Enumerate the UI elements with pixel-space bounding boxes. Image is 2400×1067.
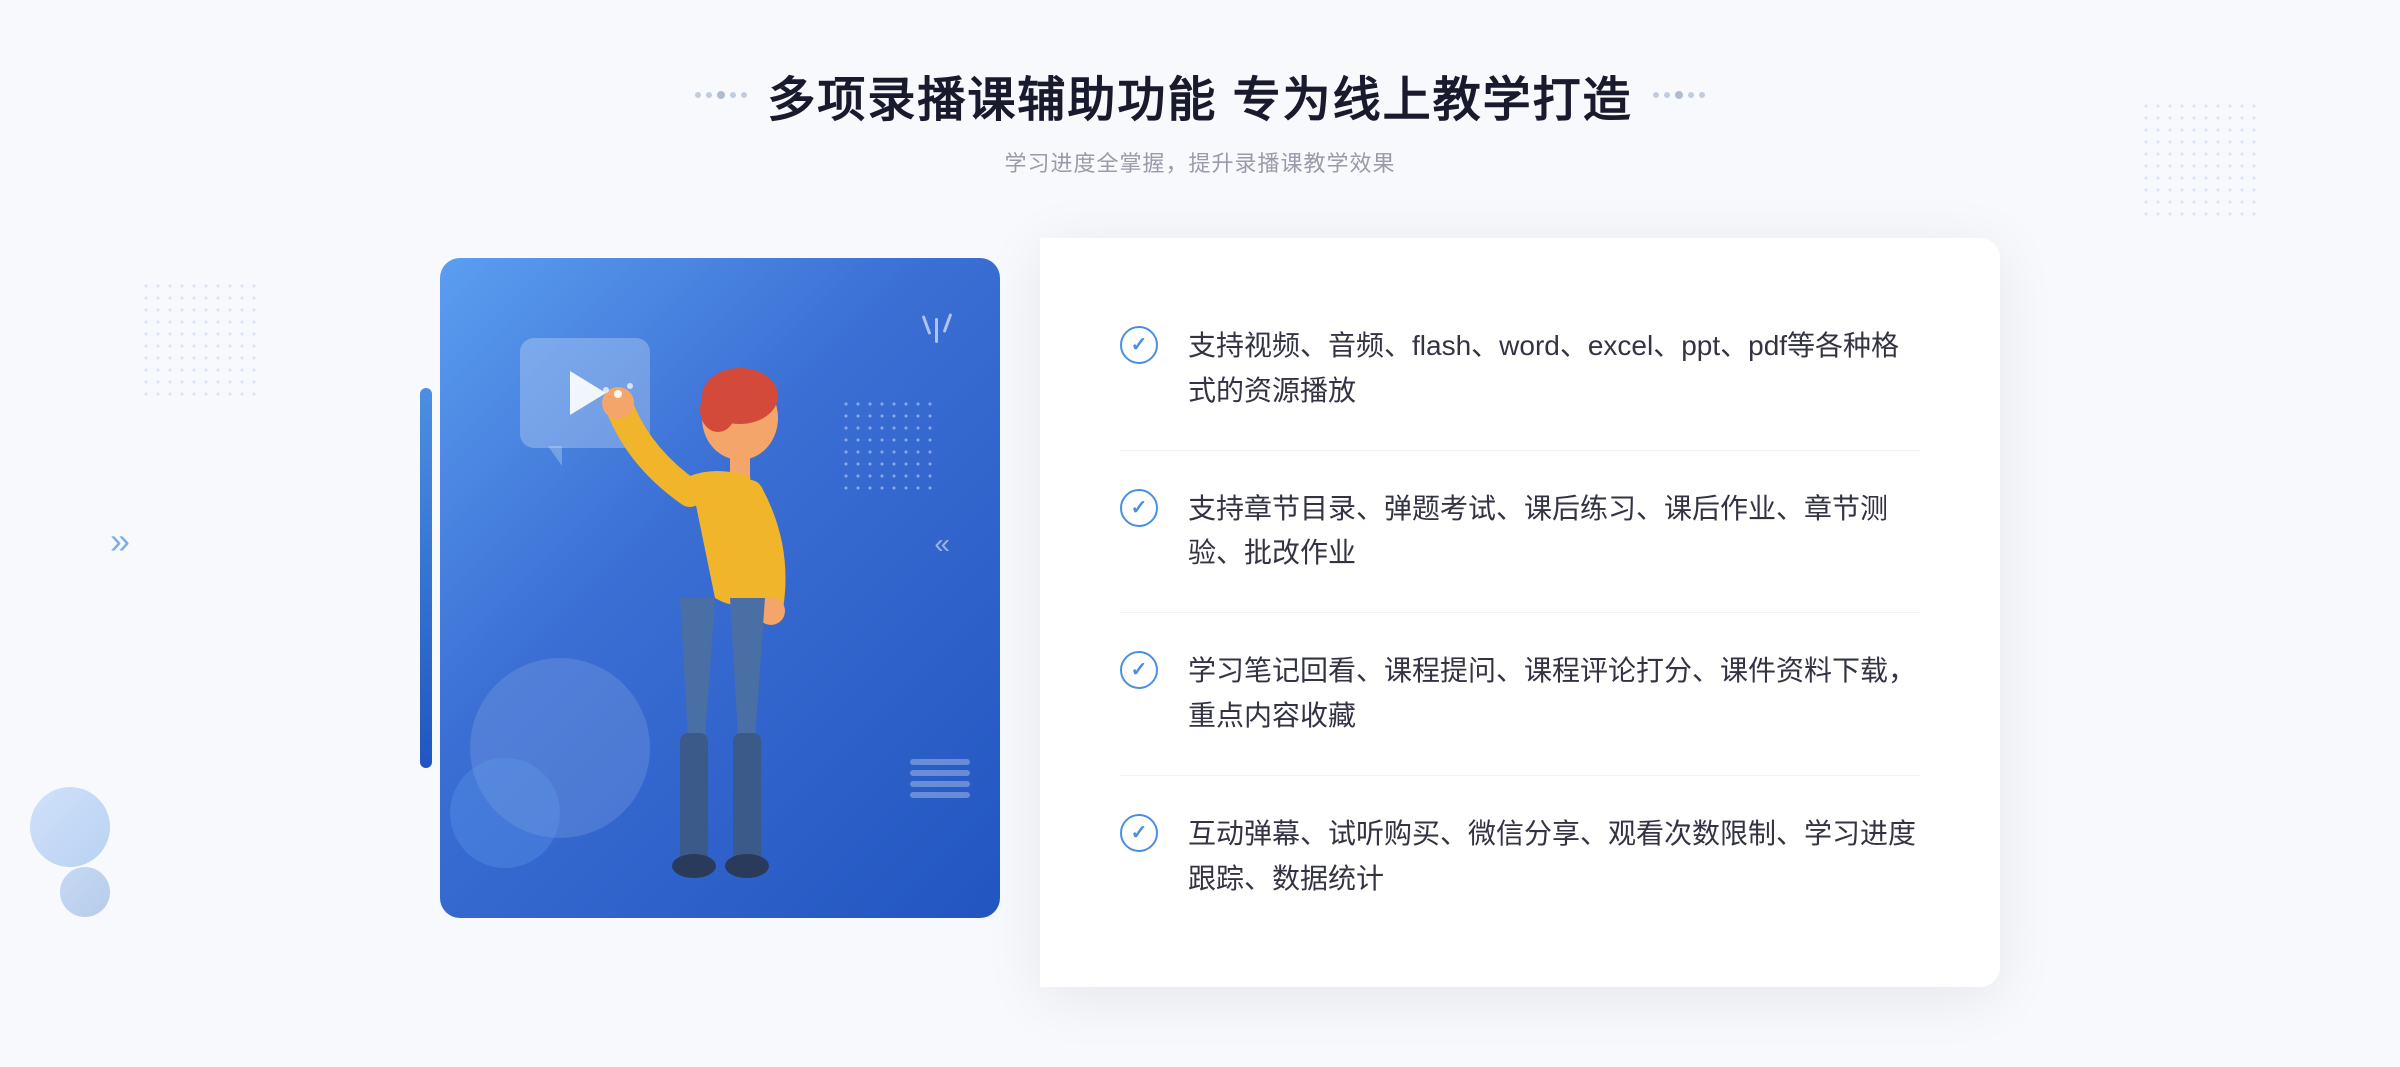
features-panel: ✓ 支持视频、音频、flash、word、excel、ppt、pdf等各种格式的… [1040,238,2000,987]
ray-2 [943,313,953,333]
dot9 [1688,92,1694,98]
header-section: 多项录播课辅助功能 专为线上教学打造 学习进度全掌握，提升录播课教学效果 [695,60,1704,178]
illustration-background: « [440,258,1000,918]
person-illustration [540,338,860,918]
dot8 [1675,91,1683,99]
line-1 [910,759,970,765]
page-circle-1 [30,787,110,867]
dot2 [706,92,712,98]
check-mark-3: ✓ [1131,660,1148,680]
page-title: 多项录播课辅助功能 专为线上教学打造 [767,60,1632,130]
check-mark-4: ✓ [1131,823,1148,843]
check-icon-3: ✓ [1120,651,1158,689]
dot6 [1653,92,1659,98]
ray-1 [935,318,938,343]
check-icon-1: ✓ [1120,326,1158,364]
main-content: « [400,238,2000,987]
dot1 [695,92,701,98]
illustration-container: « [400,238,1040,987]
dot4 [730,92,736,98]
line-4 [910,792,970,798]
feature-text-2: 支持章节目录、弹题考试、课后练习、课后作业、章节测验、批改作业 [1188,487,1920,577]
illus-arrows: « [934,528,950,560]
dot-pattern-left [140,280,260,400]
dot3 [717,91,725,99]
check-icon-2: ✓ [1120,489,1158,527]
dot7 [1664,92,1670,98]
feature-text-1: 支持视频、音频、flash、word、excel、ppt、pdf等各种格式的资源… [1188,324,1920,414]
ray-3 [922,315,932,335]
feature-item-2: ✓ 支持章节目录、弹题考试、课后练习、课后作业、章节测验、批改作业 [1120,451,1920,614]
accent-bar [420,388,432,768]
header-dots-right [1653,91,1705,99]
line-3 [910,781,970,787]
check-icon-4: ✓ [1120,814,1158,852]
dot10 [1699,92,1705,98]
lines-decoration [910,759,970,798]
header-title-row: 多项录播课辅助功能 专为线上教学打造 [695,60,1704,130]
feature-text-4: 互动弹幕、试听购买、微信分享、观看次数限制、学习进度跟踪、数据统计 [1188,812,1920,902]
dot5 [741,92,747,98]
check-mark-2: ✓ [1131,498,1148,518]
line-2 [910,770,970,776]
feature-item-4: ✓ 互动弹幕、试听购买、微信分享、观看次数限制、学习进度跟踪、数据统计 [1120,776,1920,938]
feature-item-1: ✓ 支持视频、音频、flash、word、excel、ppt、pdf等各种格式的… [1120,288,1920,451]
chevron-left-decoration: » [110,520,130,562]
check-mark-1: ✓ [1131,335,1148,355]
page-container: » 多项录播课辅助功能 专为线上教学打造 学习进度全掌握，提升录播课教学效果 [0,0,2400,1067]
page-subtitle: 学习进度全掌握，提升录播课教学效果 [695,146,1704,178]
feature-item-3: ✓ 学习笔记回看、课程提问、课程评论打分、课件资料下载，重点内容收藏 [1120,613,1920,776]
dot-pattern-right [2140,100,2260,220]
page-circle-2 [60,867,110,917]
header-dots-left [695,91,747,99]
feature-text-3: 学习笔记回看、课程提问、课程评论打分、课件资料下载，重点内容收藏 [1188,649,1920,739]
